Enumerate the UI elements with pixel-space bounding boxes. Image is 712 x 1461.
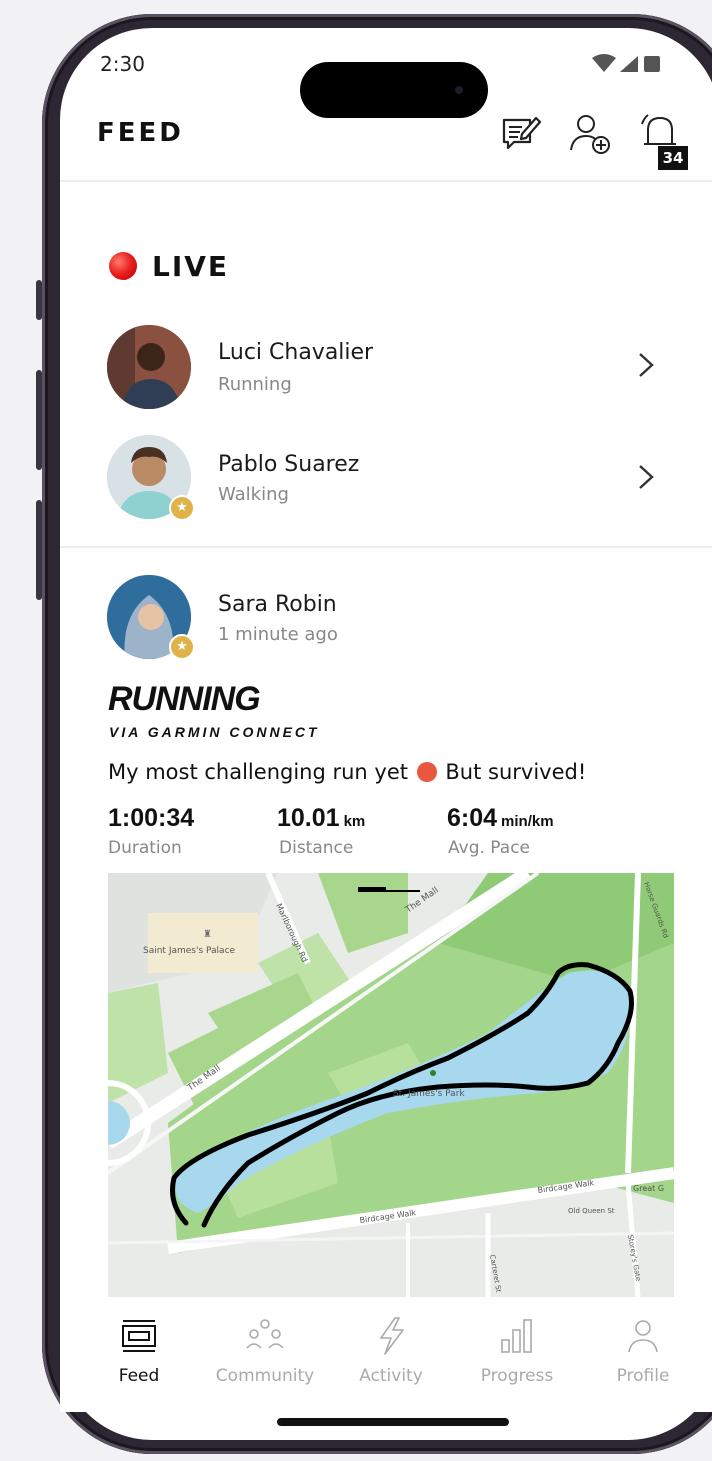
angry-face-emoji-icon: [416, 762, 437, 782]
stat-value-distance: 10.01 km: [277, 804, 365, 833]
mute-switch: [36, 280, 42, 320]
tab-profile[interactable]: Profile: [588, 1316, 698, 1386]
page-title: FEED: [97, 118, 184, 148]
live-section-title: LIVE: [152, 250, 230, 283]
map-label-great-george: Great G: [633, 1184, 664, 1193]
caption-text-end: But survived!: [445, 760, 587, 784]
post-caption: My most challenging run yet But survived…: [108, 760, 586, 784]
route-map[interactable]: ♜ Saint James's Palace St. James's Park …: [108, 873, 674, 1297]
person-icon: [628, 1320, 658, 1353]
map-label-old-queen: Old Queen St: [568, 1207, 615, 1215]
camera-dot: [455, 86, 463, 94]
tab-community[interactable]: Community: [210, 1316, 320, 1386]
tab-label-feed: Feed: [118, 1366, 160, 1386]
activity-source: VIA GARMIN CONNECT: [109, 724, 320, 740]
feed-icon: [122, 1320, 156, 1352]
status-icons: [590, 52, 680, 81]
svg-text:♜: ♜: [203, 929, 212, 940]
compose-icon[interactable]: [500, 112, 544, 156]
tab-label-progress: Progress: [480, 1366, 554, 1386]
duration-value: 1:00:34: [108, 804, 195, 832]
tab-label-community: Community: [215, 1366, 315, 1386]
stat-label-distance: Distance: [279, 838, 354, 858]
activity-type-title: RUNNING: [108, 680, 261, 718]
tab-feed[interactable]: Feed: [84, 1316, 194, 1386]
star-badge-icon: ★: [169, 495, 195, 521]
avatar[interactable]: [107, 325, 191, 409]
status-time: 2:30: [100, 52, 145, 76]
tab-progress[interactable]: Progress: [462, 1316, 572, 1386]
star-badge-icon: ★: [169, 634, 195, 660]
map-label-park: St. James's Park: [393, 1089, 465, 1099]
lightning-icon: [380, 1317, 404, 1355]
add-friend-icon[interactable]: [568, 112, 612, 156]
stat-label-pace: Avg. Pace: [448, 838, 531, 858]
pace-unit: min/km: [501, 813, 554, 830]
tab-label-activity: Activity: [359, 1366, 423, 1386]
stat-value-duration: 1:00:34: [108, 804, 194, 833]
stat-value-pace: 6:04 min/km: [447, 804, 554, 833]
post-author-name[interactable]: Sara Robin: [218, 592, 337, 617]
chevron-right-icon[interactable]: [636, 350, 656, 388]
tab-activity[interactable]: Activity: [336, 1316, 446, 1386]
distance-unit: km: [343, 813, 366, 830]
header-divider: [60, 180, 712, 182]
community-icon: [246, 1319, 284, 1349]
volume-up-button: [36, 370, 42, 470]
notification-count-badge: 34: [658, 146, 688, 170]
distance-value: 10.01: [277, 804, 340, 832]
tab-label-profile: Profile: [616, 1366, 670, 1386]
section-divider: [60, 546, 712, 548]
caption-text: My most challenging run yet: [108, 760, 408, 784]
post-timestamp: 1 minute ago: [218, 624, 338, 645]
live-person-name[interactable]: Luci Chavalier: [218, 340, 373, 365]
stat-label-duration: Duration: [108, 838, 182, 858]
live-person-activity: Running: [218, 374, 292, 395]
volume-down-button: [36, 500, 42, 600]
live-person-name[interactable]: Pablo Suarez: [218, 452, 359, 477]
bar-chart-icon: [501, 1319, 532, 1353]
pace-value: 6:04: [447, 804, 498, 832]
map-label-palace: Saint James's Palace: [143, 946, 236, 956]
chevron-right-icon[interactable]: [636, 462, 656, 500]
live-person-activity: Walking: [218, 484, 289, 505]
live-indicator-icon: [109, 252, 137, 280]
home-indicator[interactable]: [277, 1418, 509, 1426]
